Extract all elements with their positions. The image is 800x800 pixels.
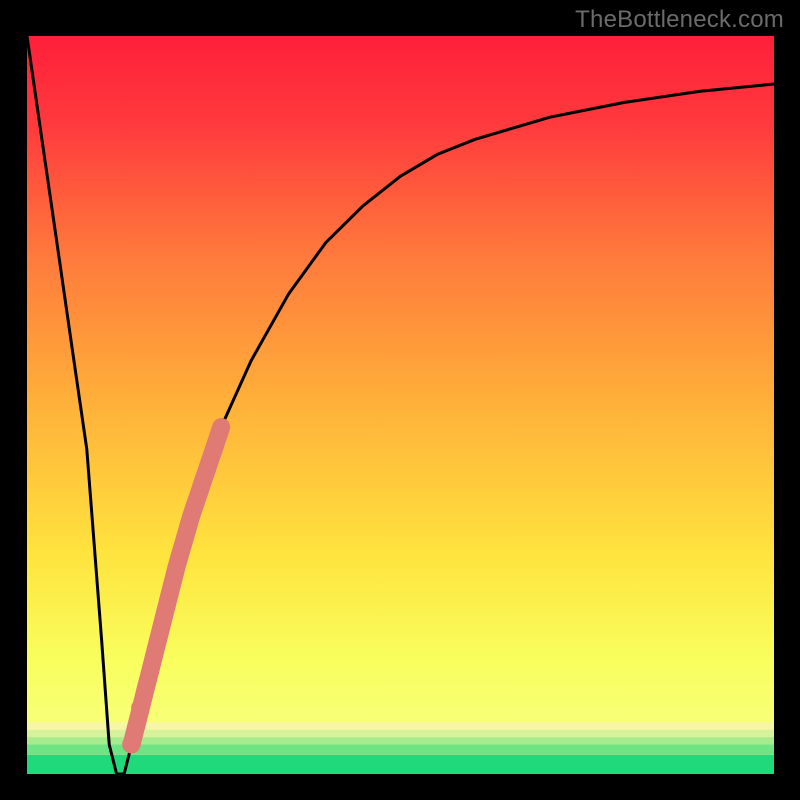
chart-svg	[0, 0, 800, 800]
bottom-band-0	[27, 755, 774, 774]
chart-frame: TheBottleneck.com	[0, 0, 800, 800]
attribution-watermark: TheBottleneck.com	[575, 6, 784, 34]
highlight-dot-1	[131, 700, 147, 716]
highlight-dot-2	[142, 663, 158, 679]
highlight-dot-3	[148, 641, 164, 657]
highlight-dot-0	[122, 737, 138, 753]
plot-background	[27, 36, 774, 774]
